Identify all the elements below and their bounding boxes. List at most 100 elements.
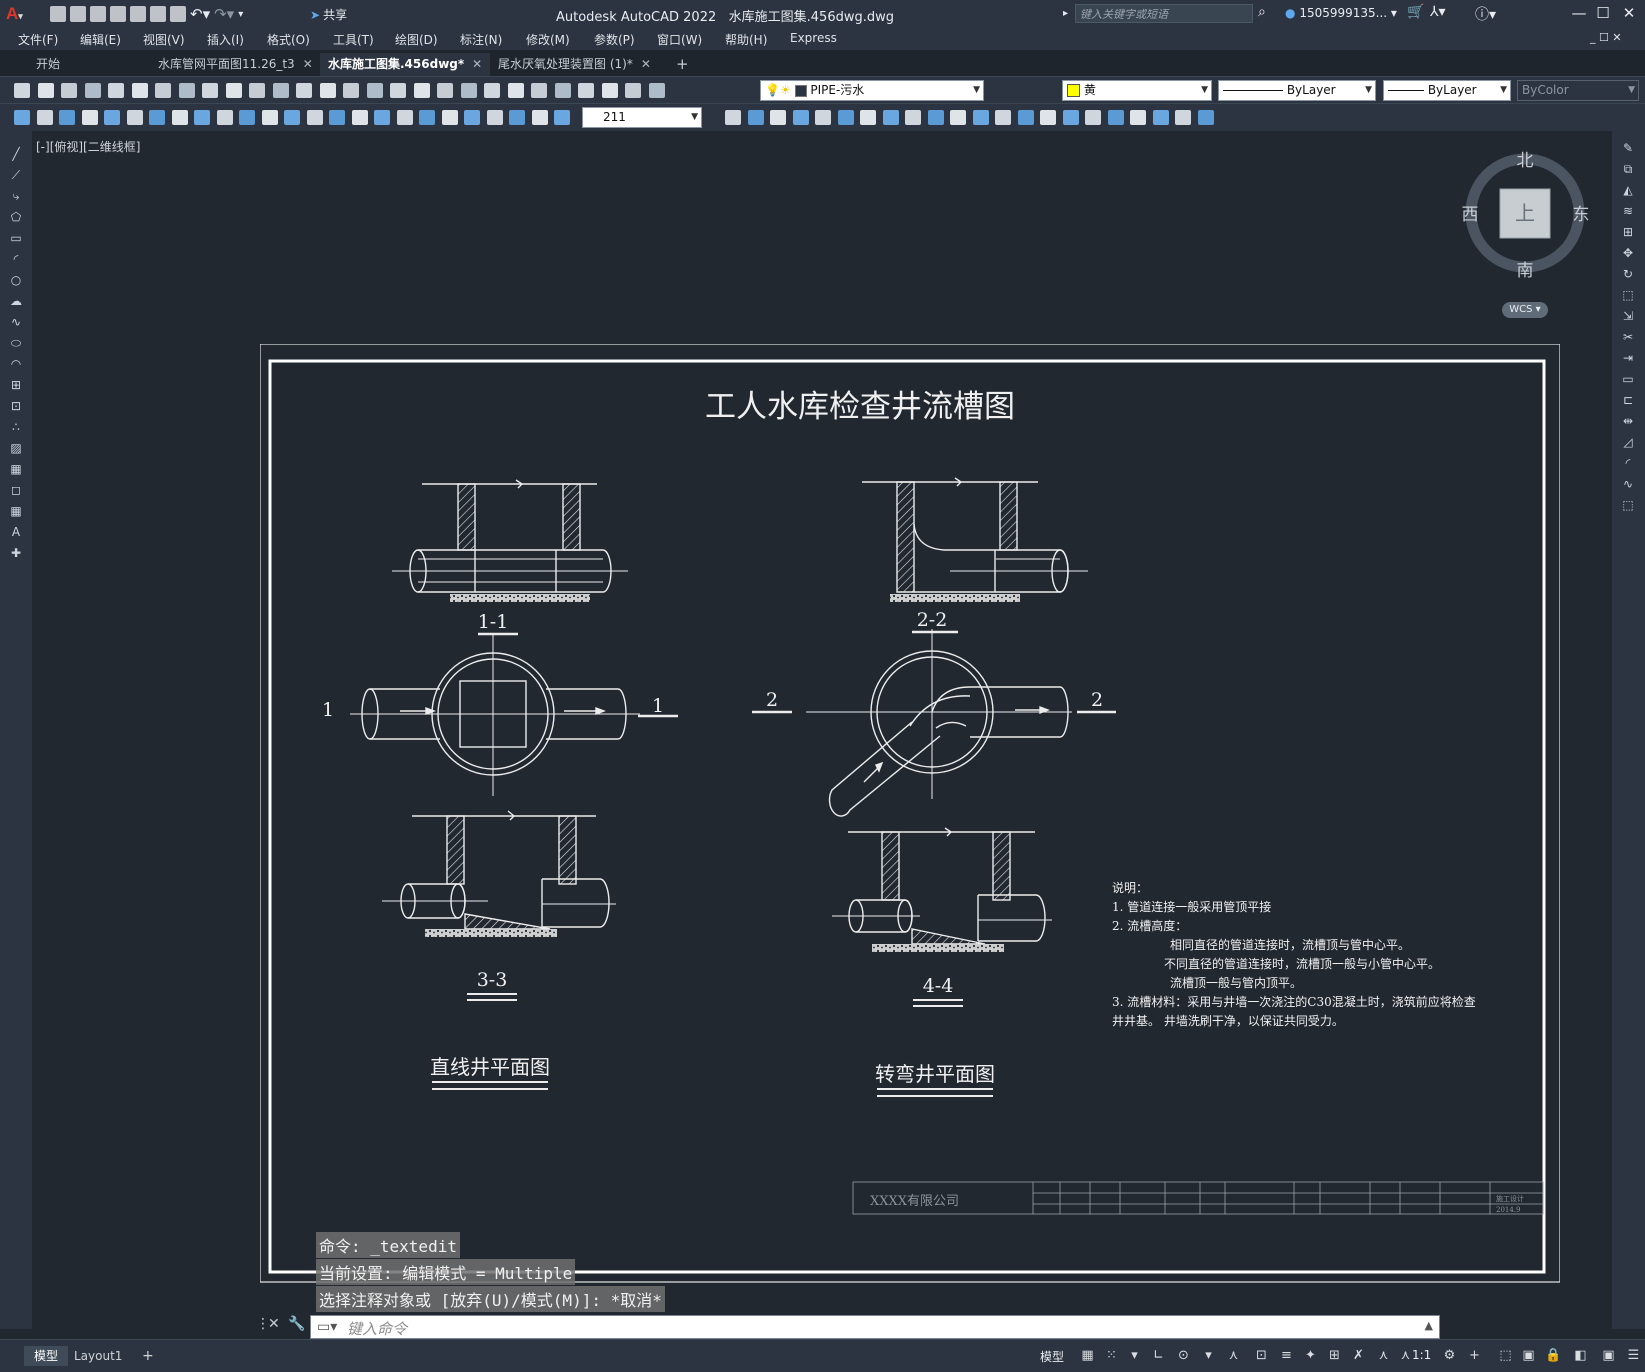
- search-icon[interactable]: ⌕: [1258, 4, 1266, 20]
- revcloud-icon[interactable]: ☁: [8, 294, 24, 308]
- compass-west[interactable]: 西: [1462, 205, 1479, 225]
- label-2-2[interactable]: 2-2: [917, 609, 948, 631]
- print-icon[interactable]: [85, 83, 101, 98]
- join-icon[interactable]: ⇹: [1620, 414, 1636, 428]
- close-tab-icon[interactable]: ✕: [641, 57, 651, 71]
- caption-bend-well[interactable]: 转弯井平面图: [875, 1062, 995, 1086]
- layer-icon[interactable]: [1175, 110, 1191, 125]
- fillet-icon[interactable]: ◜: [1620, 456, 1636, 470]
- trim-icon[interactable]: ✂: [1620, 330, 1636, 344]
- tab-pipe-network[interactable]: 水库管网平面图11.26_t3 ✕: [150, 53, 321, 76]
- solid-icon[interactable]: [532, 110, 548, 125]
- new-icon[interactable]: [578, 83, 594, 98]
- block-icon[interactable]: [509, 110, 525, 125]
- array-icon[interactable]: ⊞: [1620, 225, 1636, 239]
- units-icon[interactable]: ⬚: [1497, 1348, 1514, 1364]
- zoom-previous-icon[interactable]: [367, 83, 383, 98]
- section-4-4[interactable]: [832, 827, 1052, 952]
- grid-icon[interactable]: ▦: [1079, 1348, 1096, 1364]
- annotation-visibility-icon[interactable]: ✗: [1350, 1348, 1367, 1364]
- label-mark-1-right[interactable]: 1: [652, 695, 664, 717]
- continue-icon[interactable]: [239, 110, 255, 125]
- annotation-monitor-icon[interactable]: +: [1466, 1348, 1483, 1364]
- jogged-icon[interactable]: [127, 110, 143, 125]
- polar-menu-icon[interactable]: ▾: [1200, 1348, 1217, 1364]
- dim-edit-icon[interactable]: [397, 110, 413, 125]
- compass-north[interactable]: 北: [1517, 151, 1534, 171]
- redo-icon[interactable]: [273, 83, 289, 98]
- ellipse-arc-icon[interactable]: ◠: [8, 357, 24, 371]
- explode-icon[interactable]: ⬚: [1620, 498, 1636, 512]
- add-layout-button[interactable]: +: [132, 1346, 164, 1366]
- mirror-icon[interactable]: ◭: [1620, 183, 1636, 197]
- section-3-3[interactable]: [382, 810, 616, 937]
- menu-edit[interactable]: 编辑(E): [80, 31, 121, 48]
- undo-icon[interactable]: [249, 83, 265, 98]
- annotation-scale[interactable]: 1:1: [1412, 1348, 1431, 1362]
- label-mark-2-right[interactable]: 2: [1091, 689, 1103, 711]
- extend-icon[interactable]: ⇥: [1620, 351, 1636, 365]
- line-icon[interactable]: ╱: [8, 147, 24, 161]
- dim-edit-icon[interactable]: [1085, 110, 1101, 125]
- close-tab-icon[interactable]: ✕: [303, 57, 313, 71]
- quick-dim-icon[interactable]: [883, 110, 899, 125]
- tab-reservoir-drawings[interactable]: 水库施工图集.456dwg* ✕: [320, 53, 491, 76]
- dim-text-edit-icon[interactable]: [419, 110, 435, 125]
- save-icon[interactable]: [61, 83, 77, 98]
- arc-length-icon[interactable]: [59, 110, 75, 125]
- help-icon[interactable]: ⓘ▾: [1475, 4, 1496, 24]
- inspect-icon[interactable]: [1040, 110, 1056, 125]
- center-mark-icon[interactable]: [329, 110, 345, 125]
- linetype-dropdown[interactable]: ByLayer ▼: [1218, 80, 1376, 101]
- undo-icon[interactable]: ↶▾: [190, 5, 210, 23]
- tolerance-icon[interactable]: [995, 110, 1011, 125]
- scale-icon[interactable]: ⬚: [1620, 288, 1636, 302]
- user-account[interactable]: ● 1505999135... ▾: [1285, 6, 1397, 20]
- break-icon[interactable]: [284, 110, 300, 125]
- close-tab-icon[interactable]: ✕: [472, 57, 482, 71]
- blend-icon[interactable]: ∿: [1620, 477, 1636, 491]
- ordinate-icon[interactable]: [770, 110, 786, 125]
- break-icon[interactable]: ⊏: [1620, 393, 1636, 407]
- break-point-icon[interactable]: ▭: [1620, 372, 1636, 386]
- plot-icon[interactable]: [130, 6, 146, 22]
- plot-preview-icon[interactable]: [108, 83, 124, 98]
- aligned-dim-icon[interactable]: [37, 110, 53, 125]
- mtext-icon[interactable]: A: [8, 525, 24, 539]
- circle-icon[interactable]: ○: [8, 273, 24, 287]
- expand-arrow-icon[interactable]: ▸: [1063, 8, 1068, 19]
- menu-file[interactable]: 文件(F): [18, 31, 58, 48]
- menu-view[interactable]: 视图(V): [143, 31, 185, 48]
- insert-block-icon[interactable]: ⊞: [8, 378, 24, 392]
- radius-icon[interactable]: [104, 110, 120, 125]
- label-mark-1-left[interactable]: 1: [322, 699, 334, 721]
- match-prop-icon[interactable]: [226, 83, 242, 98]
- copy-icon[interactable]: ⧉: [1620, 162, 1636, 176]
- layer-dropdown[interactable]: 💡☀ PIPE-污水 ▼: [760, 80, 984, 101]
- publish-icon[interactable]: [150, 6, 166, 22]
- redo-icon[interactable]: ↷▾: [214, 5, 234, 23]
- chamfer-icon[interactable]: ◿: [1620, 435, 1636, 449]
- diameter-icon[interactable]: [838, 110, 854, 125]
- lock-ui-icon[interactable]: 🔒: [1545, 1348, 1562, 1364]
- menu-dimension[interactable]: 标注(N): [460, 31, 502, 48]
- view-icon[interactable]: [1153, 110, 1169, 125]
- notes-block[interactable]: 说明： 1. 管道连接一般采用管顶平接 2. 流槽高度： 相同直径的管道连接时，…: [1112, 880, 1476, 1028]
- make-block-icon[interactable]: ⊡: [8, 399, 24, 413]
- lineweight-icon[interactable]: ≡: [1278, 1348, 1295, 1364]
- selection-cycle-icon[interactable]: ⊞: [1326, 1348, 1343, 1364]
- break-icon[interactable]: [973, 110, 989, 125]
- construction-line-icon[interactable]: ⟋: [8, 168, 24, 182]
- transparency-icon[interactable]: ✦: [1302, 1348, 1319, 1364]
- save-icon[interactable]: [625, 83, 641, 98]
- menu-help[interactable]: 帮助(H): [725, 31, 767, 48]
- zoom-icon[interactable]: [320, 83, 336, 98]
- bend-section-top[interactable]: [862, 477, 1088, 602]
- point-icon[interactable]: ∴: [8, 420, 24, 434]
- open-icon[interactable]: [602, 83, 618, 98]
- tolerance-icon[interactable]: [307, 110, 323, 125]
- tab-start[interactable]: 开始: [28, 53, 68, 76]
- quick-dim-icon[interactable]: [194, 110, 210, 125]
- plotstyle-dropdown[interactable]: ByColor ▼: [1517, 80, 1639, 101]
- print-icon[interactable]: [649, 83, 665, 98]
